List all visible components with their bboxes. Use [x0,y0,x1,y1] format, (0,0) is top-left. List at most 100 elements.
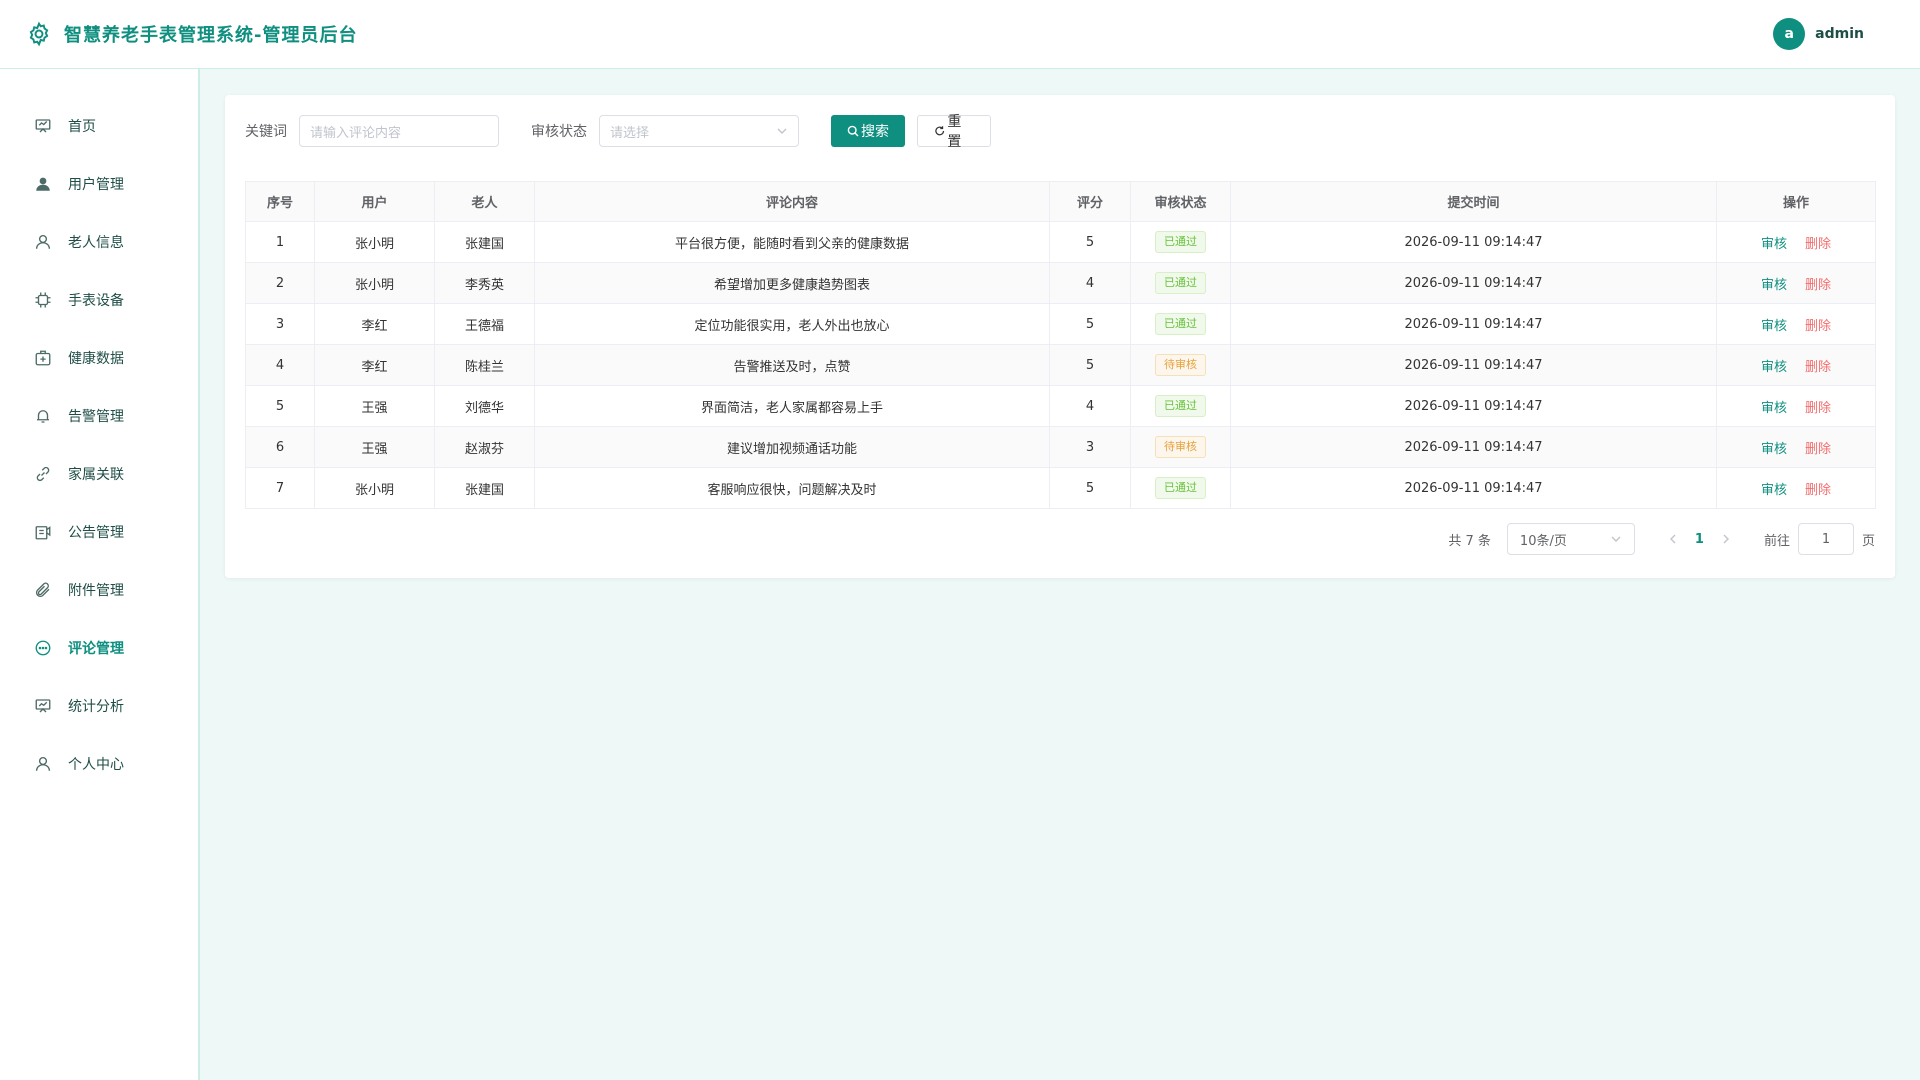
column-header: 用户 [314,181,435,222]
delete-button[interactable]: 删除 [1805,319,1831,334]
sidebar-item-alerts[interactable]: 告警管理 [0,387,198,445]
filter-bar: 关键词 请输入评论内容 审核状态 请选择 搜索 重置 [245,114,991,150]
sidebar-item-stats[interactable]: 统计分析 [0,677,198,735]
page-size-value: 10条/页 [1519,533,1567,549]
cell-actions: 审核 删除 [1716,344,1876,386]
home-icon [35,119,51,133]
cell-user: 张小明 [314,262,435,304]
sidebar-item-devices[interactable]: 手表设备 [0,271,198,329]
table-row: 4 李红 陈桂兰 告警推送及时，点赞 5 待审核 2026-09-11 09:1… [245,344,1876,386]
cell-score: 4 [1049,385,1131,427]
keyword-placeholder: 请输入评论内容 [310,125,402,141]
cell-score: 5 [1049,221,1131,263]
prev-page-icon[interactable] [1667,533,1679,545]
cell-user: 王强 [314,385,435,427]
cell-elder: 张建国 [434,221,535,263]
cell-score: 4 [1049,262,1131,304]
user-menu[interactable]: a admin [1773,18,1864,50]
cell-actions: 审核 删除 [1716,221,1876,263]
comments-table-wrapper: 序号 用户 老人 评论内容 评分 审核状态 提交时间 操作 1 张小明 张建国 … [245,181,1876,509]
audit-button[interactable]: 审核 [1761,401,1787,416]
watch-chip-icon [35,292,51,308]
audit-button[interactable]: 审核 [1761,442,1787,457]
cell-content: 定位功能很实用，老人外出也放心 [534,303,1050,345]
cell-time: 2026-09-11 09:14:47 [1230,385,1717,427]
column-header: 序号 [245,181,315,222]
gear-icon [29,21,49,47]
pagination: 共 7 条 10条/页 1 前往 1 页 [1448,523,1875,555]
sidebar-item-health[interactable]: 健康数据 [0,329,198,387]
delete-button[interactable]: 删除 [1805,278,1831,293]
audit-button[interactable]: 审核 [1761,319,1787,334]
goto-page-input[interactable]: 1 [1797,523,1854,555]
audit-button[interactable]: 审核 [1761,360,1787,375]
delete-button[interactable]: 删除 [1805,483,1831,498]
table-row: 7 张小明 张建国 客服响应很快，问题解决及时 5 已通过 2026-09-11… [245,467,1876,509]
sidebar-item-label: 统计分析 [68,699,124,715]
page-size-select[interactable]: 10条/页 [1506,523,1635,555]
chevron-down-icon [1611,536,1621,542]
delete-button[interactable]: 删除 [1805,442,1831,457]
cell-no: 2 [245,262,315,304]
cell-time: 2026-09-11 09:14:47 [1230,262,1717,304]
cell-content: 客服响应很快，问题解决及时 [534,467,1050,509]
sidebar-item-elders[interactable]: 老人信息 [0,213,198,271]
status-badge: 待审核 [1155,436,1206,458]
column-header: 评分 [1049,181,1131,222]
comments-table: 序号 用户 老人 评论内容 评分 审核状态 提交时间 操作 1 张小明 张建国 … [245,181,1876,509]
sidebar-item-family[interactable]: 家属关联 [0,445,198,503]
app-title: 智慧养老手表管理系统-管理员后台 [64,25,358,46]
cell-no: 1 [245,221,315,263]
cell-content: 告警推送及时，点赞 [534,344,1050,386]
cell-user: 张小明 [314,221,435,263]
sidebar-item-home[interactable]: 首页 [0,97,198,155]
audit-button[interactable]: 审核 [1761,483,1787,498]
status-badge: 已通过 [1155,231,1206,253]
paperclip-icon [36,582,50,597]
delete-button[interactable]: 删除 [1805,237,1831,252]
status-badge: 待审核 [1155,354,1206,376]
status-badge: 已通过 [1155,395,1206,417]
avatar[interactable]: a [1773,18,1806,50]
status-placeholder: 请选择 [610,125,650,141]
cell-elder: 张建国 [434,467,535,509]
goto-label: 前往 [1763,533,1790,549]
delete-button[interactable]: 删除 [1805,401,1831,416]
search-button[interactable]: 搜索 [831,115,905,147]
sidebar-item-label: 家属关联 [68,467,124,483]
sidebar-item-label: 公告管理 [68,525,124,541]
cell-status: 已通过 [1130,221,1231,263]
cell-no: 5 [245,385,315,427]
reset-button[interactable]: 重置 [917,114,991,150]
cell-content: 界面简洁，老人家属都容易上手 [534,385,1050,427]
cell-score: 5 [1049,344,1131,386]
profile-icon [35,756,51,771]
page-number-current[interactable]: 1 [1695,532,1704,547]
delete-button[interactable]: 删除 [1805,360,1831,375]
status-select[interactable]: 请选择 [599,115,799,147]
audit-button[interactable]: 审核 [1761,237,1787,252]
chat-icon [35,640,51,656]
sidebar-item-label: 告警管理 [68,409,124,425]
comment-management-card: 关键词 请输入评论内容 审核状态 请选择 搜索 重置 序号 用户 老人 评论内容… [225,95,1895,578]
cell-time: 2026-09-11 09:14:47 [1230,467,1717,509]
table-row: 1 张小明 张建国 平台很方便，能随时看到父亲的健康数据 5 已通过 2026-… [245,221,1876,263]
column-header: 提交时间 [1230,181,1717,222]
keyword-input[interactable]: 请输入评论内容 [299,115,499,147]
sidebar-item-profile[interactable]: 个人中心 [0,735,198,793]
sidebar-item-notices[interactable]: 公告管理 [0,503,198,561]
search-icon [847,125,859,137]
audit-button[interactable]: 审核 [1761,278,1787,293]
sidebar-item-attachments[interactable]: 附件管理 [0,561,198,619]
username[interactable]: admin [1815,26,1864,42]
cell-score: 5 [1049,467,1131,509]
sidebar-item-users[interactable]: 用户管理 [0,155,198,213]
sidebar-item-comments[interactable]: 评论管理 [0,619,198,677]
cell-actions: 审核 删除 [1716,467,1876,509]
chevron-down-icon [777,128,787,134]
first-aid-icon [35,350,51,366]
status-badge: 已通过 [1155,477,1206,499]
next-page-icon[interactable] [1720,533,1732,545]
cell-user: 王强 [314,426,435,468]
notice-icon [35,526,51,540]
